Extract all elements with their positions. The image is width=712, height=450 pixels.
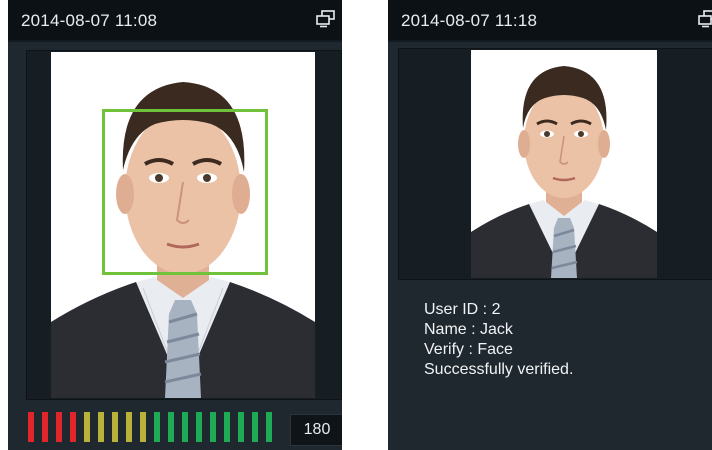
meter-bar: [112, 412, 118, 442]
meter-bar: [140, 412, 146, 442]
face-detection-frame: [102, 109, 268, 275]
verification-result: User ID : 2 Name : Jack Verify : Face Su…: [424, 300, 573, 380]
result-screen: 2014-08-07 11:18 User ID: 2 Name: Jack…: [388, 0, 712, 450]
meter-bar: [210, 412, 216, 442]
meter-bar: [182, 412, 188, 442]
datetime: 2014-08-07 11:08: [21, 11, 158, 30]
status-bar: 2014-08-07 11:18: [388, 0, 712, 42]
meter-bar: [98, 412, 104, 442]
meter-bar: [224, 412, 230, 442]
meter-bar: [168, 412, 174, 442]
meter-bar: [196, 412, 202, 442]
meter-bar: [56, 412, 62, 442]
verify-method-text: Verify : Face: [424, 341, 513, 358]
meter-bar: [84, 412, 90, 442]
meter-bar: [126, 412, 132, 442]
user-photo-panel: [398, 48, 712, 280]
match-level-meter: [28, 412, 284, 444]
meter-bar: [70, 412, 76, 442]
capture-screen: 2014-08-07 11:08 180: [8, 0, 342, 450]
meter-bar: [238, 412, 244, 442]
meter-bar: [266, 412, 272, 442]
meter-bar: [252, 412, 258, 442]
meter-bar: [42, 412, 48, 442]
meter-bar: [154, 412, 160, 442]
user-photo: [471, 50, 657, 278]
user-id-text: User ID : 2: [424, 301, 501, 318]
network-icon: [316, 10, 336, 33]
datetime: 2014-08-07 11:18: [401, 11, 538, 30]
match-score: 180: [290, 414, 342, 446]
user-name-text: Name : Jack: [424, 321, 513, 338]
meter-bar: [28, 412, 34, 442]
status-bar: 2014-08-07 11:08: [8, 0, 342, 42]
network-icon: [698, 10, 712, 33]
verification-message: Successfully verified.: [424, 361, 574, 378]
